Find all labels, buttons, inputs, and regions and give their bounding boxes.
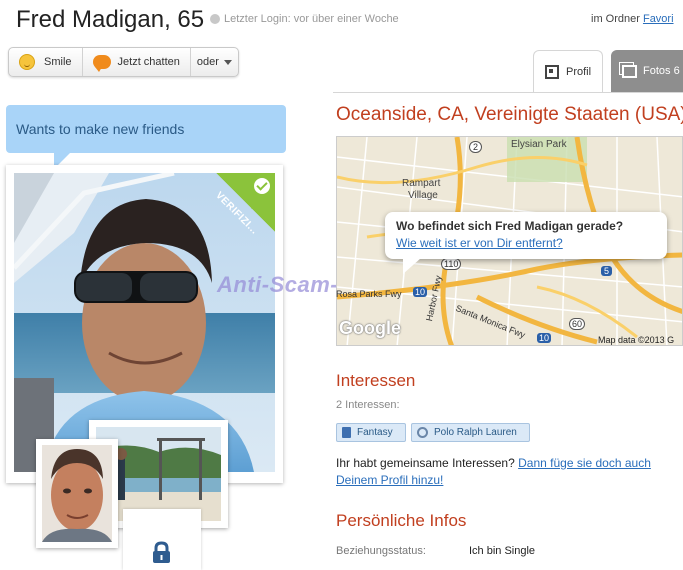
chat-now-button[interactable]: Jetzt chatten	[83, 48, 191, 76]
google-logo: Google	[339, 318, 401, 338]
smile-button-label: Smile	[44, 56, 72, 68]
interest-chip-fantasy[interactable]: Fantasy	[336, 423, 406, 442]
chat-bubble-icon	[92, 55, 111, 72]
map-shield-10b: 10	[537, 333, 552, 343]
offline-status-dot-icon	[210, 14, 220, 24]
interest-label-fantasy: Fantasy	[357, 427, 393, 438]
map-info-popup-tail	[403, 258, 421, 274]
chevron-down-icon	[223, 59, 232, 65]
smile-button[interactable]: Smile	[9, 48, 83, 76]
tab-profile[interactable]: Profil	[533, 50, 603, 92]
map-label-rampart: Rampart	[402, 178, 441, 189]
checkmark-icon	[254, 178, 270, 194]
more-options-label: oder	[196, 56, 219, 68]
map-shield-5: 5	[601, 266, 613, 276]
tab-photos-label: Fotos 6	[643, 65, 680, 77]
map-label-village: Village	[408, 190, 438, 201]
relationship-status-value: Ich bin Single	[469, 545, 536, 557]
map-shield-110: 110	[441, 258, 462, 270]
map-shield-2: 2	[469, 141, 483, 153]
photos-stack-icon	[622, 64, 637, 78]
more-options-dropdown[interactable]: oder	[191, 48, 238, 76]
location-title: Oceanside, CA, Vereinigte Staaten (USA)	[336, 104, 683, 125]
book-icon	[342, 427, 351, 438]
last-login-text: Letzter Login: vor über einer Woche	[224, 13, 399, 25]
map-popup-question: Wo befindet sich Fred Madigan gerade?	[396, 219, 624, 233]
profile-header: Fred Madigan, 65 Letzter Login: vor über…	[0, 0, 683, 44]
profile-document-icon	[545, 64, 559, 79]
distance-link[interactable]: Wie weit ist er von Dir entfernt?	[396, 236, 563, 250]
favorites-folder-link[interactable]: Favori	[643, 13, 674, 25]
profile-name-age: Fred Madigan, 65	[16, 6, 205, 33]
interests-title: Interessen	[336, 371, 416, 390]
map-label-elysian-park: Elysian Park	[511, 139, 567, 150]
chat-button-label: Jetzt chatten	[117, 56, 180, 68]
personal-info-title: Persönliche Infos	[336, 511, 467, 530]
status-text: Wants to make new friends	[16, 121, 185, 137]
interest-chip-polo[interactable]: Polo Ralph Lauren	[411, 423, 530, 442]
common-interests-question: Ihr habt gemeinsame Interessen?	[336, 456, 515, 470]
interest-label-polo: Polo Ralph Lauren	[434, 427, 517, 438]
smiley-icon	[19, 54, 35, 70]
tab-divider	[333, 92, 683, 93]
common-interests-text: Ihr habt gemeinsame Interessen? Dann füg…	[336, 455, 683, 489]
folder-info: im Ordner Favori	[591, 13, 674, 25]
tab-profile-label: Profil	[566, 65, 592, 78]
interests-count: 2 Interessen:	[336, 399, 400, 411]
map-label-rosa-parks-fwy: Rosa Parks Fwy	[336, 289, 402, 299]
photo-thumbnail-face[interactable]	[36, 439, 118, 548]
folder-prefix: im Ordner	[591, 13, 640, 25]
map-shield-60: 60	[569, 318, 586, 330]
lock-icon	[151, 541, 172, 563]
tab-photos[interactable]: Fotos 6	[611, 50, 683, 92]
relationship-status-label: Beziehungsstatus:	[336, 545, 426, 557]
map-shield-10: 10	[413, 287, 428, 297]
ring-icon	[417, 427, 428, 438]
map-credit: Map data ©2013 G	[598, 335, 675, 345]
action-button-group: Smile Jetzt chatten oder	[8, 47, 239, 77]
